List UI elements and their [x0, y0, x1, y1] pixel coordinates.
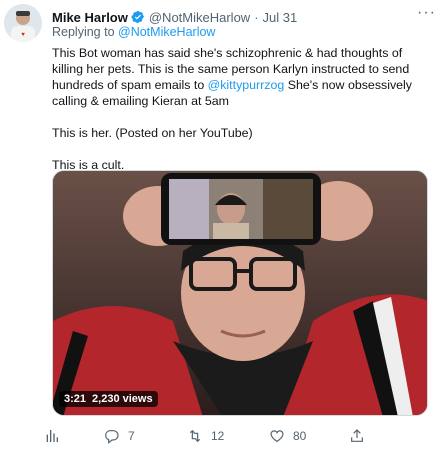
retweet-button[interactable]: 12 [187, 428, 224, 444]
replying-to-mention[interactable]: @NotMikeHarlow [118, 25, 215, 39]
retweet-count: 12 [211, 429, 225, 443]
bar-chart-icon [46, 430, 58, 442]
video-thumbnail [53, 171, 427, 415]
timestamp[interactable]: Jul 31 [263, 10, 298, 25]
video-views: 2,230 views [92, 393, 153, 405]
share-button[interactable] [349, 428, 365, 444]
verified-badge-icon [131, 10, 145, 24]
tweet: ♥ Mike Harlow @NotMikeHarlow · Jul 31 ··… [0, 0, 446, 453]
avatar[interactable]: ♥ [4, 4, 42, 42]
video-duration: 3:21 [64, 393, 87, 405]
like-button[interactable]: 80 [269, 428, 306, 444]
reply-icon [105, 430, 119, 444]
analytics-button[interactable] [44, 428, 60, 444]
heart-icon [270, 430, 284, 443]
tweet-paragraph-1: This Bot woman has said she's schizophre… [52, 45, 432, 109]
tweet-text: This Bot woman has said she's schizophre… [52, 45, 432, 189]
share-icon [351, 429, 363, 442]
author-handle[interactable]: @NotMikeHarlow [149, 10, 250, 25]
replying-to-label: Replying to [52, 25, 119, 39]
video-player[interactable]: 3:21 2,230 views [52, 170, 428, 416]
like-count: 80 [293, 429, 307, 443]
retweet-icon [189, 429, 201, 443]
tweet-header: Mike Harlow @NotMikeHarlow · Jul 31 ··· [52, 4, 436, 26]
author-name[interactable]: Mike Harlow [52, 10, 128, 25]
more-options-button[interactable]: ··· [417, 4, 436, 22]
tweet-actions: 7 12 80 [44, 428, 424, 448]
tweet-paragraph-2: This is her. (Posted on her YouTube) [52, 126, 253, 140]
video-stats-badge: 3:21 2,230 views [59, 391, 158, 407]
reply-button[interactable]: 7 [104, 428, 135, 444]
replying-to: Replying to @NotMikeHarlow [52, 25, 215, 39]
reply-count: 7 [128, 429, 135, 443]
mention-link[interactable]: @kittypurrzog [208, 78, 285, 92]
svg-text:♥: ♥ [21, 32, 25, 38]
separator: · [254, 9, 259, 25]
